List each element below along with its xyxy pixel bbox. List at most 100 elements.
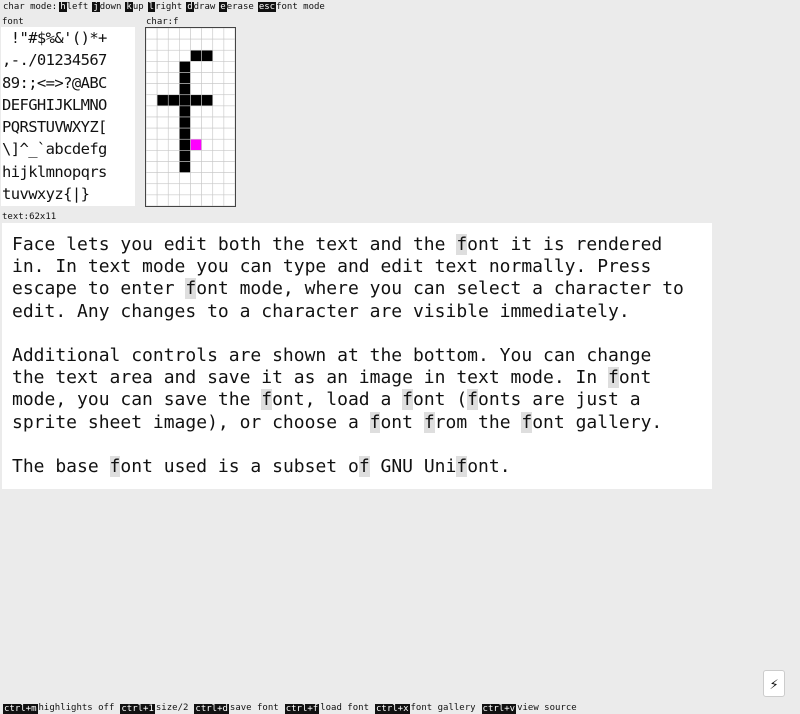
char-pixel-on[interactable] — [156, 94, 169, 107]
char-pixel-off[interactable] — [190, 172, 202, 185]
char-pixel-off[interactable] — [201, 105, 214, 118]
char-pixel-off[interactable] — [156, 61, 169, 73]
char-pixel-off[interactable] — [190, 183, 202, 196]
char-pixel-off[interactable] — [156, 138, 169, 151]
char-pixel-off[interactable] — [146, 116, 158, 129]
font-atlas-row[interactable]: hijklmnopqrs — [1, 161, 135, 183]
char-pixel-on[interactable] — [179, 116, 191, 129]
font-atlas-row[interactable]: PQRSTUVWXYZ[ — [1, 116, 135, 138]
char-pixel-off[interactable] — [201, 61, 214, 73]
char-pixel-off[interactable] — [190, 161, 202, 173]
char-pixel-off[interactable] — [223, 150, 235, 162]
char-pixel-off[interactable] — [201, 127, 214, 140]
char-pixel-off[interactable] — [190, 105, 202, 118]
char-pixel-off[interactable] — [201, 72, 214, 84]
char-pixel-off[interactable] — [223, 83, 235, 96]
char-pixel-on[interactable] — [179, 94, 191, 107]
char-pixel-off[interactable] — [212, 161, 225, 173]
char-pixel-off[interactable] — [190, 116, 202, 129]
char-pixel-off[interactable] — [167, 138, 180, 151]
text-paragraph[interactable]: The base font used is a subset of GNU Un… — [12, 456, 702, 478]
flash-button[interactable]: ⚡ — [763, 670, 785, 697]
char-pixel-off[interactable] — [167, 116, 180, 129]
char-pixel-off[interactable] — [167, 194, 180, 206]
char-pixel-off[interactable] — [179, 172, 191, 185]
font-atlas-row[interactable]: \]^_`abcdefg — [1, 138, 135, 160]
char-pixel-off[interactable] — [146, 127, 158, 140]
font-atlas-row[interactable]: tuvwxyz{|} — [1, 183, 135, 205]
font-atlas-row[interactable]: !"#$%&'()*+ — [1, 27, 135, 49]
char-pixel-off[interactable] — [167, 105, 180, 118]
char-pixel-off[interactable] — [190, 150, 202, 162]
char-pixel-off[interactable] — [201, 116, 214, 129]
char-pixel-off[interactable] — [223, 28, 235, 40]
char-pixel-off[interactable] — [156, 49, 169, 62]
char-pixel-off[interactable] — [146, 150, 158, 162]
char-pixel-off[interactable] — [212, 83, 225, 96]
char-pixel-off[interactable] — [212, 28, 225, 40]
char-pixel-off[interactable] — [146, 105, 158, 118]
char-pixel-off[interactable] — [156, 83, 169, 96]
char-pixel-off[interactable] — [201, 183, 214, 196]
char-pixel-off[interactable] — [167, 161, 180, 173]
char-pixel-off[interactable] — [201, 38, 214, 51]
font-atlas[interactable]: !"#$%&'()*+ ,-./01234567 89:;<=>?@ABC DEFGH… — [1, 27, 135, 206]
char-pixel-off[interactable] — [201, 172, 214, 185]
text-editor-area[interactable]: Face lets you edit both the text and the… — [2, 223, 712, 489]
char-pixel-on[interactable] — [179, 61, 191, 73]
char-pixel-off[interactable] — [190, 38, 202, 51]
char-pixel-off[interactable] — [156, 161, 169, 173]
char-pixel-off[interactable] — [146, 194, 158, 206]
char-pixel-off[interactable] — [167, 172, 180, 185]
char-pixel-off[interactable] — [146, 161, 158, 173]
char-pixel-off[interactable] — [201, 138, 214, 151]
char-pixel-off[interactable] — [146, 94, 158, 107]
char-pixel-off[interactable] — [156, 28, 169, 40]
char-pixel-off[interactable] — [146, 28, 158, 40]
char-pixel-off[interactable] — [156, 194, 169, 206]
char-pixel-off[interactable] — [190, 127, 202, 140]
char-pixel-off[interactable] — [201, 150, 214, 162]
char-pixel-off[interactable] — [167, 38, 180, 51]
char-pixel-off[interactable] — [167, 83, 180, 96]
char-pixel-on[interactable] — [190, 49, 202, 62]
char-pixel-off[interactable] — [201, 28, 214, 40]
char-pixel-off[interactable] — [167, 49, 180, 62]
char-pixel-on[interactable] — [179, 83, 191, 96]
char-pixel-off[interactable] — [212, 38, 225, 51]
char-pixel-off[interactable] — [223, 105, 235, 118]
char-pixel-off[interactable] — [212, 138, 225, 151]
char-pixel-off[interactable] — [212, 72, 225, 84]
char-pixel-off[interactable] — [146, 172, 158, 185]
char-pixel-off[interactable] — [167, 150, 180, 162]
char-pixel-on[interactable] — [201, 94, 214, 107]
char-pixel-off[interactable] — [167, 28, 180, 40]
char-pixel-off[interactable] — [167, 61, 180, 73]
char-pixel-off[interactable] — [167, 127, 180, 140]
char-pixel-off[interactable] — [156, 127, 169, 140]
char-pixel-off[interactable] — [212, 116, 225, 129]
char-pixel-off[interactable] — [146, 61, 158, 73]
char-pixel-off[interactable] — [146, 183, 158, 196]
char-editor-grid[interactable] — [145, 27, 236, 207]
char-pixel-on[interactable] — [190, 94, 202, 107]
char-pixel-off[interactable] — [223, 61, 235, 73]
char-pixel-on[interactable] — [179, 138, 191, 151]
char-pixel-off[interactable] — [190, 61, 202, 73]
char-pixel-off[interactable] — [212, 61, 225, 73]
text-paragraph[interactable]: Additional controls are shown at the bot… — [12, 345, 702, 434]
char-pixel-on[interactable] — [179, 127, 191, 140]
font-atlas-row[interactable]: 89:;<=>?@ABC — [1, 72, 135, 94]
char-pixel-off[interactable] — [179, 28, 191, 40]
char-pixel-off[interactable] — [190, 194, 202, 206]
char-pixel-off[interactable] — [223, 194, 235, 206]
font-atlas-row[interactable]: ,-./01234567 — [1, 49, 135, 71]
char-pixel-off[interactable] — [190, 72, 202, 84]
char-pixel-on[interactable] — [167, 94, 180, 107]
char-pixel-off[interactable] — [201, 161, 214, 173]
char-pixel-off[interactable] — [223, 138, 235, 151]
char-pixel-off[interactable] — [179, 183, 191, 196]
char-pixel-on[interactable] — [179, 105, 191, 118]
char-pixel-off[interactable] — [146, 138, 158, 151]
char-pixel-off[interactable] — [156, 183, 169, 196]
